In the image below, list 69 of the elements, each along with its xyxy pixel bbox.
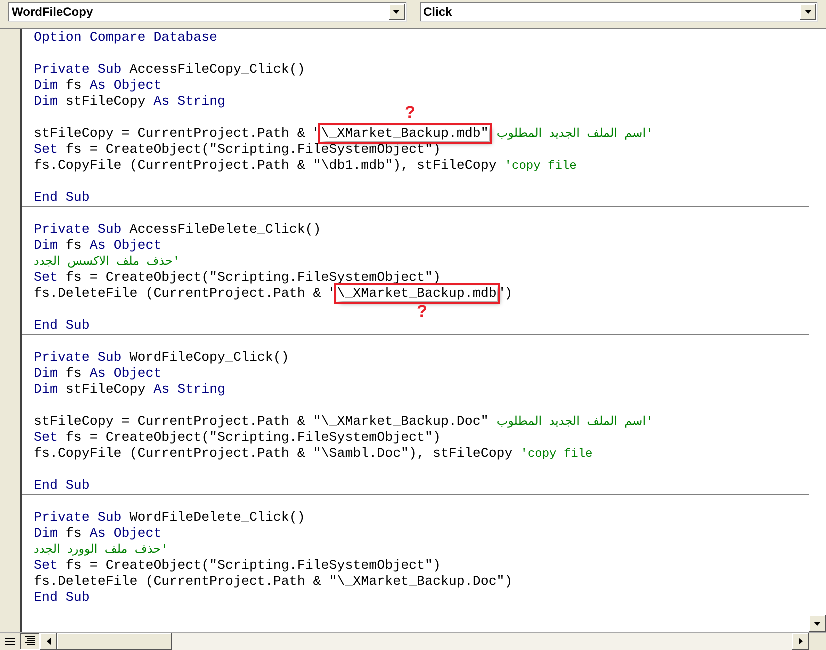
highlight-box: \_XMarket_Backup.mdb (337, 286, 497, 301)
code-keyword: Set (34, 558, 58, 573)
code-text: fs (64, 78, 83, 93)
code-keyword: Set (34, 430, 58, 445)
code-text: WordFileDelete_Click() (128, 510, 306, 525)
code-text: fs.CopyFile (CurrentProject.Path & "\db1.mdb"), stFileCopy (34, 158, 498, 173)
code-keyword: Set (34, 142, 58, 157)
caret-icon (393, 10, 400, 14)
code-keyword: Option Compare Database (34, 30, 218, 45)
code-text: stFileCopy (64, 382, 147, 397)
code-keyword: Dim (34, 366, 58, 381)
code-keyword: Set (34, 270, 58, 285)
code-keyword: As Object (90, 366, 162, 381)
code-text: AccessFileCopy_Click() (128, 62, 306, 77)
code-keyword: Dim (34, 94, 58, 109)
code-text: stFileCopy = CurrentProject.Path & "\_XMarket_Backup.Doc" (34, 414, 490, 429)
object-dropdown[interactable]: WordFileCopy (8, 2, 406, 22)
code-keyword: End Sub (34, 318, 90, 333)
code-keyword: As String (154, 382, 226, 397)
code-keyword: Dim (34, 526, 58, 541)
code-keyword: Private Sub (34, 350, 122, 365)
code-text: fs (64, 526, 83, 541)
code-keyword: End Sub (34, 478, 90, 493)
full-module-view-button[interactable] (20, 633, 40, 650)
procedure-dropdown[interactable]: Click (420, 2, 818, 22)
scroll-left-button[interactable] (40, 633, 57, 650)
highlight-box: \_XMarket_Backup.mdb" (321, 126, 489, 141)
question-mark: ? (417, 303, 428, 321)
code-comment: 'حذف ملف الاكسس الجدد (34, 255, 180, 269)
code-keyword: Private Sub (34, 510, 122, 525)
indented-lines-icon (24, 636, 36, 647)
code-text: fs = CreateObject("Scripting.FileSystemObject") (64, 558, 441, 573)
code-text: fs.CopyFile (CurrentProject.Path & "\Sambl.Doc"), stFileCopy (34, 446, 514, 461)
scroll-down-button[interactable] (809, 615, 826, 632)
code-keyword: As Object (90, 78, 162, 93)
code-keyword: Dim (34, 382, 58, 397)
code-keyword: As Object (90, 526, 162, 541)
code-comment: 'copy file (520, 447, 593, 461)
lines-icon (4, 637, 16, 646)
left-arrow-icon (46, 638, 50, 645)
horizontal-scrollbar[interactable] (40, 633, 809, 650)
code-keyword: Private Sub (34, 222, 122, 237)
code-text: WordFileCopy_Click() (128, 350, 290, 365)
right-arrow-icon (798, 638, 802, 645)
code-keyword: As String (154, 94, 226, 109)
caret-icon (804, 10, 812, 14)
down-arrow-icon (814, 622, 821, 626)
code-text: fs = CreateObject("Scripting.FileSystemObject") (64, 142, 441, 157)
code-comment: 'اسم الملف الجديد المطلوب (496, 127, 654, 141)
code-keyword: Dim (34, 78, 58, 93)
code-text: fs = CreateObject("Scripting.FileSystemObject") (64, 270, 441, 285)
code-keyword: As Object (90, 238, 162, 253)
scroll-thumb[interactable] (57, 633, 172, 650)
code-text: AccessFileDelete_Click() (128, 222, 322, 237)
vertical-scrollbar[interactable] (809, 29, 826, 632)
code-text: fs = CreateObject("Scripting.FileSystemObject") (64, 430, 441, 445)
code-comment: 'copy file (504, 159, 577, 173)
code-comment: 'حذف ملف الوورد الجدد (34, 543, 168, 557)
code-text: fs (64, 366, 83, 381)
code-keyword: Private Sub (34, 62, 122, 77)
question-mark: ? (405, 104, 416, 122)
code-text: fs.DeleteFile (CurrentProject.Path & "\_XMarket_Backup.Doc") (34, 574, 513, 589)
scroll-right-button[interactable] (792, 633, 809, 650)
code-keyword: End Sub (34, 590, 90, 605)
code-keyword: Dim (34, 238, 58, 253)
code-text: stFileCopy (64, 94, 147, 109)
code-comment: 'اسم الملف الجديد المطلوب (496, 415, 654, 429)
code-text: fs (64, 238, 83, 253)
code-keyword: End Sub (34, 190, 90, 205)
